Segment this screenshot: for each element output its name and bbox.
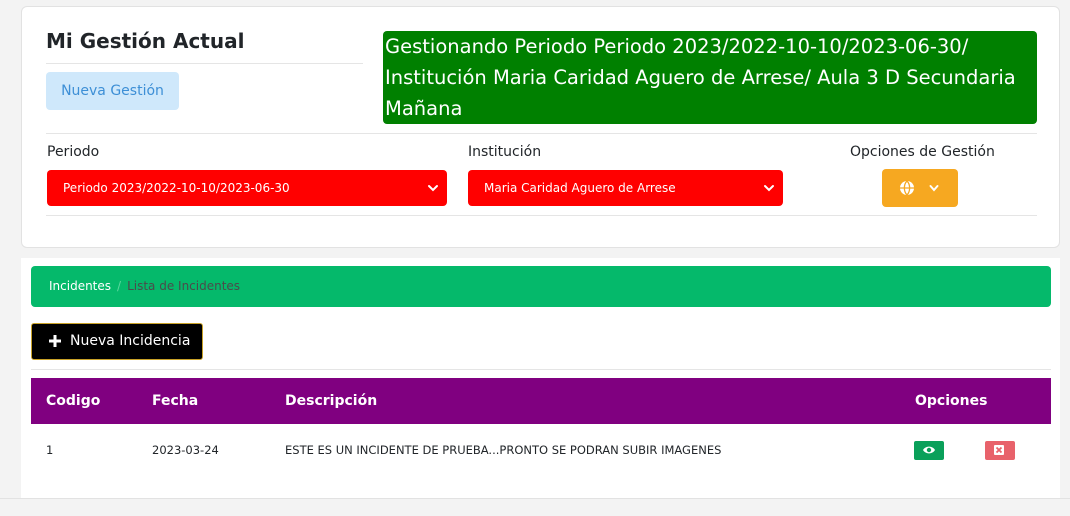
column-fecha: Fecha <box>152 393 199 409</box>
institucion-select-value: Maria Caridad Aguero de Arrese <box>484 181 676 195</box>
divider <box>46 215 1037 216</box>
new-incident-button[interactable]: Nueva Incidencia <box>31 323 203 360</box>
page-title: Mi Gestión Actual <box>46 29 245 53</box>
column-opciones: Opciones <box>915 393 988 409</box>
column-descripcion: Descripción <box>285 393 378 409</box>
opciones-gestion-button[interactable] <box>882 169 958 207</box>
current-gestion-banner: Gestionando Periodo Periodo 2023/2022-10… <box>383 31 1037 124</box>
institucion-select[interactable]: Maria Caridad Aguero de Arrese <box>468 170 783 206</box>
breadcrumb: Incidentes / Lista de Incidentes <box>31 266 1051 307</box>
divider <box>46 63 363 64</box>
chevron-down-icon <box>764 185 774 192</box>
eye-icon <box>923 446 935 454</box>
delete-incident-button[interactable] <box>985 441 1015 460</box>
globe-icon <box>900 180 914 196</box>
divider <box>46 133 1037 134</box>
divider <box>31 369 1051 370</box>
gestion-card: Mi Gestión Actual Nueva Gestión Gestiona… <box>21 6 1060 248</box>
breadcrumb-lista-incidentes: Lista de Incidentes <box>127 279 241 293</box>
close-icon <box>994 445 1004 455</box>
incidents-panel: Incidentes / Lista de Incidentes Nueva Inc… <box>21 258 1060 498</box>
page-footer <box>0 498 1070 516</box>
new-gestion-button[interactable]: Nueva Gestión <box>46 72 179 110</box>
opciones-gestion-label: Opciones de Gestión <box>850 144 995 160</box>
chevron-down-icon <box>428 185 438 192</box>
table-header: Codigo Fecha Descripción Opciones <box>31 378 1051 424</box>
column-codigo: Codigo <box>46 393 101 409</box>
institucion-label: Institución <box>468 144 542 160</box>
new-incident-label: Nueva Incidencia <box>70 333 191 349</box>
chevron-down-icon <box>929 185 939 192</box>
cell-descripcion: ESTE ES UN INCIDENTE DE PRUEBA...PRONTO … <box>285 443 722 457</box>
periodo-select-value: Periodo 2023/2022-10-10/2023-06-30 <box>63 181 290 195</box>
breadcrumb-incidentes[interactable]: Incidentes <box>49 279 111 293</box>
table-row: 1 2023-03-24 ESTE ES UN INCIDENTE DE PRU… <box>31 424 1051 478</box>
cell-codigo: 1 <box>46 443 54 457</box>
periodo-select[interactable]: Periodo 2023/2022-10-10/2023-06-30 <box>47 170 447 206</box>
cell-fecha: 2023-03-24 <box>152 443 219 457</box>
plus-icon <box>49 335 61 347</box>
periodo-label: Periodo <box>47 144 100 160</box>
breadcrumb-separator: / <box>117 279 122 293</box>
view-incident-button[interactable] <box>914 441 944 460</box>
